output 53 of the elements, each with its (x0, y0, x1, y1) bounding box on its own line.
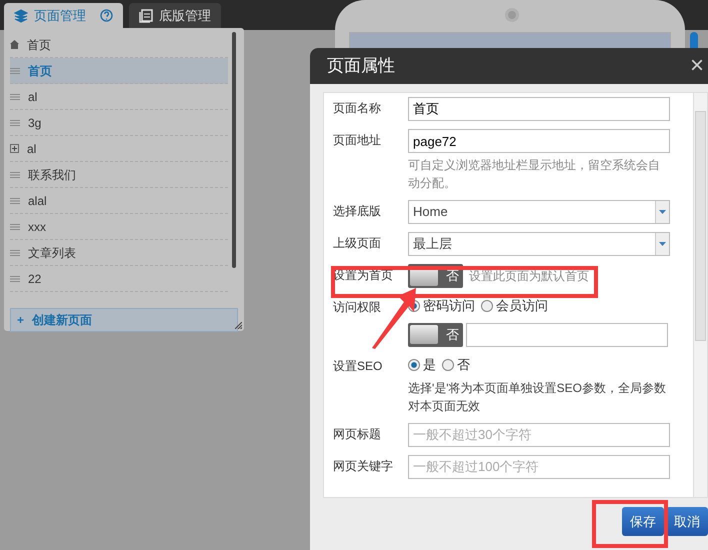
field-label: 页面地址 (333, 133, 381, 147)
cancel-button[interactable]: 取消 (666, 507, 708, 536)
page-item[interactable]: al (10, 84, 228, 110)
page-item[interactable]: alal (10, 188, 228, 214)
field-label: 网页关键字 (333, 458, 393, 472)
pages-icon (139, 8, 153, 22)
text-field[interactable] (466, 322, 668, 347)
resize-grip-icon (235, 322, 242, 329)
toggle-switch[interactable]: 否 (408, 322, 463, 347)
select-field[interactable]: 最上层 (408, 232, 670, 256)
page-item[interactable]: 3g (10, 110, 228, 136)
field-label: 网页标题 (333, 426, 381, 440)
text-field[interactable]: page72 (408, 129, 670, 153)
page-item[interactable]: 文章列表 (10, 240, 228, 266)
radio-option[interactable]: 否 (442, 354, 470, 374)
drag-handle-icon (10, 172, 20, 178)
home-icon (10, 40, 19, 49)
caret-icon (659, 210, 666, 214)
drag-handle-icon (10, 224, 20, 230)
field-label: 上级页面 (333, 236, 381, 250)
field-label: 设置SEO (333, 358, 382, 373)
drag-handle-icon (10, 198, 20, 204)
radio-option[interactable]: 会员访问 (481, 296, 548, 316)
drag-handle-icon (10, 250, 20, 256)
scrollbar[interactable] (693, 93, 707, 497)
panel-tab[interactable]: 底版管理 (129, 3, 221, 28)
drag-handle-icon (10, 276, 20, 282)
hint-text: 设置此页面为默认首页 (469, 268, 589, 285)
caret-icon (659, 242, 666, 246)
save-button[interactable]: 保存 (622, 507, 664, 536)
expand-icon (10, 144, 19, 153)
hint-text: 选择'是'将为本页面单独设置SEO参数，全局参数对本页面无效 (408, 380, 667, 414)
select-field[interactable]: Home (408, 200, 670, 224)
page-item[interactable]: 22 (10, 266, 228, 292)
page-item[interactable]: 联系我们 (10, 162, 228, 188)
drag-handle-icon (10, 94, 20, 100)
drag-handle-icon (10, 68, 20, 74)
text-field[interactable]: 首页 (408, 97, 670, 121)
dialog-title: 页面属性 (327, 55, 395, 78)
close-button[interactable]: × (686, 54, 708, 78)
field-label: 访问权限 (333, 300, 381, 314)
radio-option[interactable]: 是 (408, 354, 436, 374)
text-field[interactable]: 一般不超过30个字符 (408, 422, 670, 446)
text-field[interactable]: 一般不超过100个字符 (408, 454, 670, 478)
hint-text: 可自定义浏览器地址栏显示地址，留空系统会自动分配。 (408, 157, 661, 192)
camera-icon (505, 8, 519, 22)
field-label: 选择底版 (333, 204, 381, 218)
field-label: 页面名称 (333, 101, 381, 115)
scrollbar[interactable] (232, 32, 236, 268)
drag-handle-icon (10, 120, 20, 126)
page-item[interactable]: al (10, 136, 228, 162)
layers-icon (14, 8, 28, 22)
page-item[interactable]: xxx (10, 214, 228, 240)
